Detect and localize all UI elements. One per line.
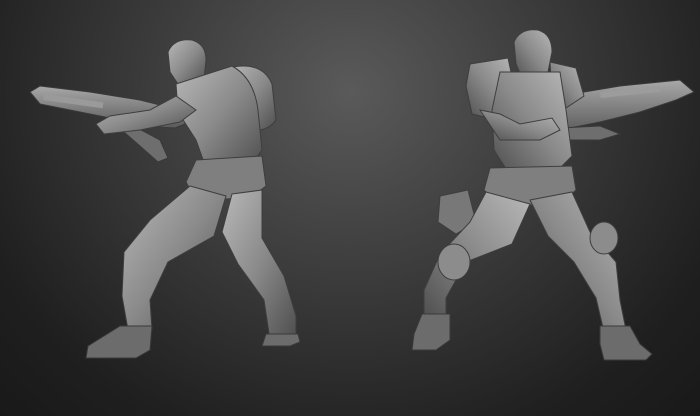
soldier-back-view <box>29 39 301 359</box>
sculpt-viewport <box>0 0 700 416</box>
sculpt-render <box>29 29 695 361</box>
soldier-front-view <box>411 29 695 361</box>
